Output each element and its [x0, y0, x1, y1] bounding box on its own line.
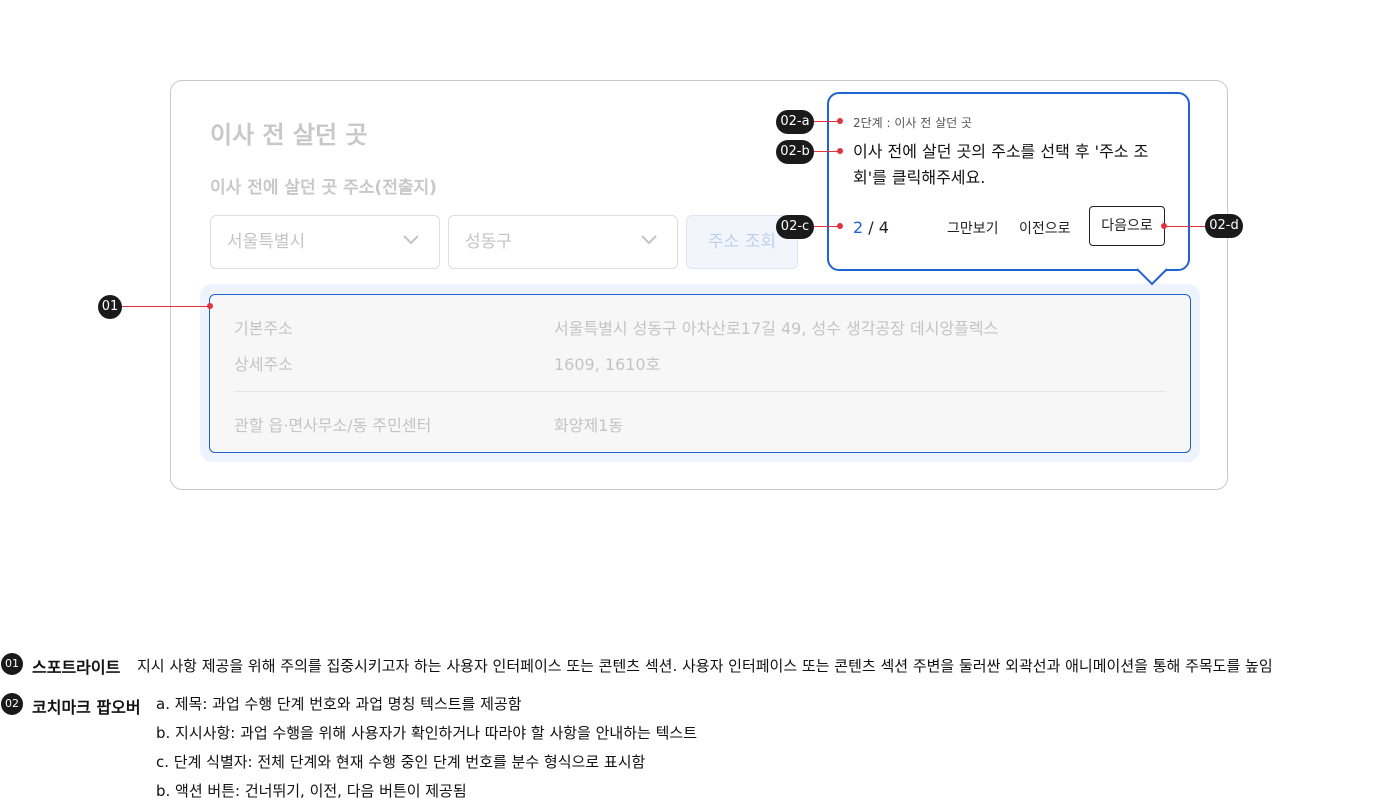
- note-item: b. 지시사항: 과업 수행을 위해 사용자가 확인하거나 따라야 할 사항을 …: [156, 724, 697, 742]
- note-badge-01: 01: [1, 653, 23, 675]
- district-select[interactable]: 성동구: [448, 215, 678, 269]
- city-select-value: 서울특별시: [227, 232, 306, 252]
- basic-address-label: 기본주소: [234, 319, 293, 338]
- jurisdiction-value: 화양제1동: [554, 416, 624, 435]
- detail-address-value: 1609, 1610호: [554, 355, 661, 374]
- callout-line-02d: [1164, 226, 1206, 227]
- city-select[interactable]: 서울특별시: [210, 215, 440, 269]
- note-title-01: 스포트라이트: [32, 658, 121, 677]
- current-step: 2: [853, 218, 864, 237]
- callout-dot-02a: [837, 118, 843, 124]
- card-subtitle: 이사 전에 살던 곳 주소(전출지): [210, 178, 437, 198]
- next-button[interactable]: 다음으로: [1089, 206, 1165, 246]
- popover-step-title: 2단계 : 이사 전 살던 곳: [853, 116, 973, 130]
- callout-badge-02b: 02-b: [776, 140, 814, 164]
- chevron-down-icon: [641, 235, 657, 245]
- note-item: b. 액션 버튼: 건너뛰기, 이전, 다음 버튼이 제공됨: [156, 782, 467, 800]
- district-select-value: 성동구: [465, 232, 512, 252]
- note-title-02: 코치마크 팝오버: [32, 698, 141, 717]
- divider: [234, 391, 1166, 392]
- note-item: c. 단계 식별자: 전체 단계와 현재 수행 중인 단계 번호를 분수 형식으…: [156, 753, 646, 771]
- skip-button[interactable]: 그만보기: [947, 218, 999, 238]
- callout-badge-02a: 02-a: [776, 110, 814, 134]
- note-text-01: 지시 사항 제공을 위해 주의를 집중시키고자 하는 사용자 인터페이스 또는 …: [137, 657, 1273, 675]
- chevron-down-icon: [403, 235, 419, 245]
- callout-dot-02c: [837, 223, 843, 229]
- callout-badge-02c: 02-c: [776, 215, 814, 239]
- note-badge-02: 02: [1, 693, 23, 715]
- callout-badge-01: 01: [98, 295, 122, 319]
- callout-line-01: [122, 306, 210, 307]
- note-item: a. 제목: 과업 수행 단계 번호와 과업 명칭 텍스트를 제공함: [156, 695, 522, 713]
- detail-address-label: 상세주소: [234, 355, 293, 374]
- prev-button[interactable]: 이전으로: [1019, 218, 1071, 238]
- popover-instruction: 이사 전에 살던 곳의 주소를 선택 후 '주소 조회'를 클릭해주세요.: [853, 142, 1149, 187]
- callout-dot-02b: [837, 148, 843, 154]
- step-separator: /: [863, 218, 879, 237]
- jurisdiction-label: 관할 읍·면사무소/동 주민센터: [234, 416, 432, 435]
- callout-dot-01: [207, 303, 213, 309]
- callout-badge-02d: 02-d: [1205, 214, 1243, 238]
- popover-arrow: [1136, 268, 1168, 286]
- coachmark-popover: 2단계 : 이사 전 살던 곳 이사 전에 살던 곳의 주소를 선택 후 '주소…: [827, 92, 1190, 271]
- step-counter: 2 / 4: [853, 218, 889, 237]
- basic-address-value: 서울특별시 성동구 아차산로17길 49, 성수 생각공장 데시앙플렉스: [554, 319, 999, 338]
- spotlight-area: 기본주소 서울특별시 성동구 아차산로17길 49, 성수 생각공장 데시앙플렉…: [209, 294, 1191, 453]
- total-steps: 4: [878, 218, 889, 237]
- card-title: 이사 전 살던 곳: [210, 121, 368, 149]
